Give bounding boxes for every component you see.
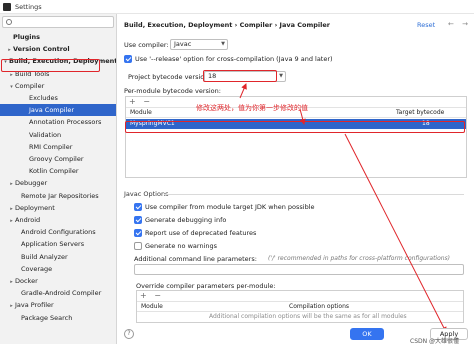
csdn-watermark: CSDN @大雄很懂 [410,338,460,344]
ok-button[interactable]: OK [350,328,384,340]
annotation-arrows [239,83,447,333]
arrow-to-row [299,108,306,125]
help-button[interactable]: ? [124,329,134,339]
arrow-to-bytecode [239,83,247,99]
arrow-to-apply [344,133,447,333]
